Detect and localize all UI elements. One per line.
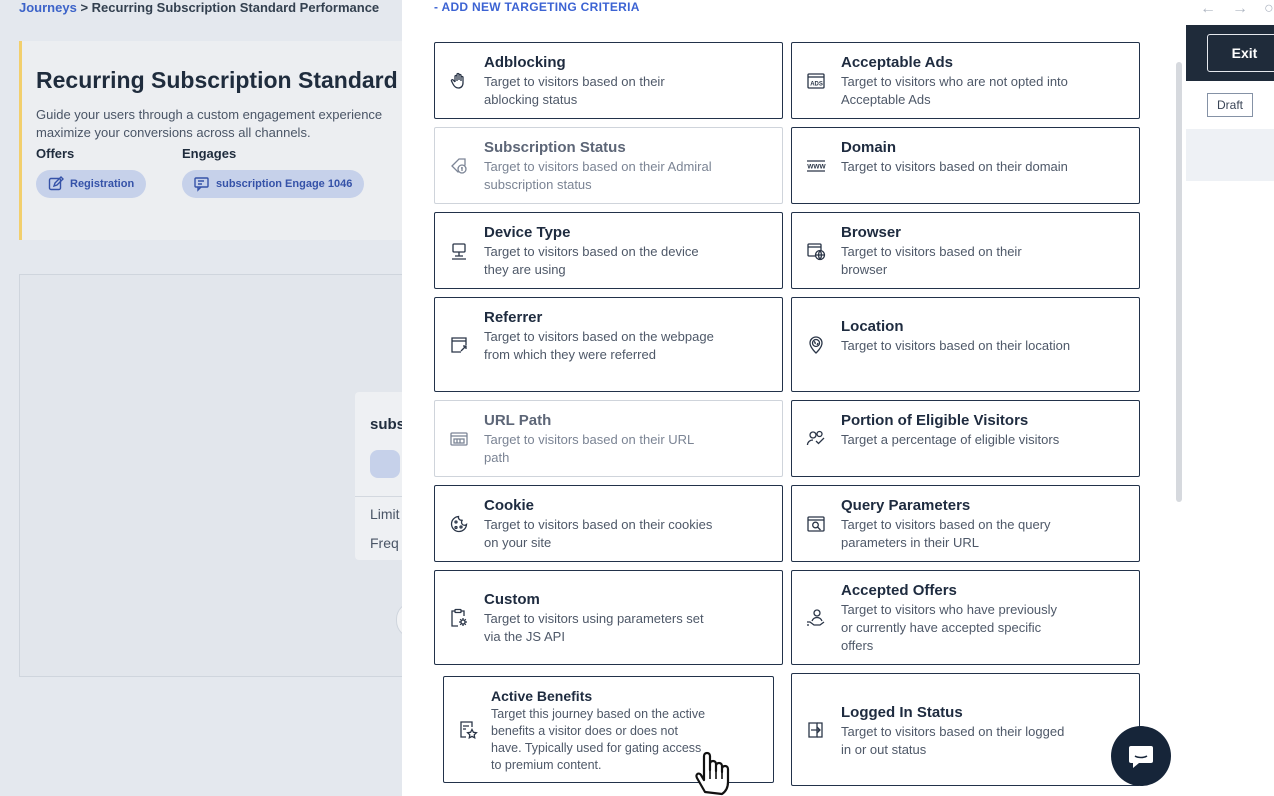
criteria-card-query-parameters[interactable]: Query Parameters Target to visitors base… xyxy=(791,485,1140,562)
targeting-criteria-panel: - ADD NEW TARGETING CRITERIA Adblocking … xyxy=(402,0,1186,796)
back-arrow-icon[interactable]: ← xyxy=(1200,0,1216,18)
criteria-description: Target to visitors based on the webpage … xyxy=(484,329,714,362)
engages-heading: Engages xyxy=(182,146,237,161)
criteria-card-url-path[interactable]: URL Path Target to visitors based on the… xyxy=(434,400,783,477)
svg-text:WWW: WWW xyxy=(807,164,826,171)
breadcrumb-journeys-link[interactable]: Journeys xyxy=(19,0,77,15)
hand-cursor-icon xyxy=(695,751,730,796)
tag-dollar-icon xyxy=(451,158,467,174)
subscription-node-title: subs xyxy=(370,416,406,433)
reload-icon[interactable]: ○ xyxy=(1264,0,1274,18)
criteria-card-referrer[interactable]: Referrer Target to visitors based on the… xyxy=(434,297,783,392)
clipboard-gear-icon xyxy=(451,608,467,627)
breadcrumb-current: Recurring Subscription Standard Performa… xyxy=(91,0,380,15)
criteria-card-portion-of-eligible-visitors[interactable]: Portion of Eligible Visitors Target a pe… xyxy=(791,400,1140,477)
referrer-icon xyxy=(451,337,467,353)
criteria-description: Target to visitors based on their ablock… xyxy=(484,74,665,107)
criteria-card-device-type[interactable]: Device Type Target to visitors based on … xyxy=(434,212,783,289)
breadcrumb-separator: > xyxy=(80,0,89,15)
criteria-title: Browser xyxy=(841,224,902,241)
criteria-title: Active Benefits xyxy=(491,688,593,704)
benefit-star-icon xyxy=(460,721,478,739)
criteria-card-domain[interactable]: WWW Domain Target to visitors based on t… xyxy=(791,127,1140,204)
www-icon: WWW xyxy=(807,160,826,172)
criteria-card-cookie[interactable]: Cookie Target to visitors based on their… xyxy=(434,485,783,562)
journey-title: Recurring Subscription Standard xyxy=(36,67,398,93)
criteria-description: Target to visitors based on their logged… xyxy=(841,724,1065,757)
criteria-title: Adblocking xyxy=(484,54,566,71)
criteria-description: Target this journey based on the active … xyxy=(491,707,706,772)
criteria-description: Target to visitors based on their URL pa… xyxy=(484,432,694,465)
criteria-description: Target to visitors who have previously o… xyxy=(841,602,1058,653)
criteria-description: Target to visitors using parameters set … xyxy=(484,611,704,644)
offer-registration-pill[interactable]: Registration xyxy=(36,170,147,198)
criteria-description: Target to visitors based on the device t… xyxy=(484,244,699,277)
criteria-description: Target to visitors based on their locati… xyxy=(841,338,1071,353)
criteria-title: Device Type xyxy=(484,224,571,241)
journey-summary-card: Recurring Subscription Standard Guide yo… xyxy=(19,41,439,240)
criteria-description: Target to visitors who are not opted int… xyxy=(841,74,1068,107)
criteria-description: Target to visitors based on the query pa… xyxy=(841,517,1051,550)
engage-pill[interactable]: subscription Engage 1046 xyxy=(182,170,365,198)
criteria-card-browser[interactable]: Browser Target to visitors based on thei… xyxy=(791,212,1140,289)
query-search-icon xyxy=(807,516,825,532)
draft-status-badge: Draft xyxy=(1207,93,1253,117)
subscription-node-frequency: Freq xyxy=(370,535,399,551)
hand-icon xyxy=(450,72,464,89)
ads-icon: ADS xyxy=(807,73,825,89)
criteria-title: Domain xyxy=(841,139,897,156)
offers-heading: Offers xyxy=(36,146,75,161)
criteria-title: Custom xyxy=(484,591,540,608)
criteria-card-acceptable-ads[interactable]: ADS Acceptable Ads Target to visitors wh… xyxy=(791,42,1140,119)
criteria-card-custom[interactable]: Custom Target to visitors using paramete… xyxy=(434,570,783,665)
criteria-title: Referrer xyxy=(484,309,543,326)
location-pin-icon xyxy=(809,336,823,354)
chat-edit-icon xyxy=(194,177,209,192)
user-hand-icon xyxy=(807,609,825,626)
criteria-title: Acceptable Ads xyxy=(841,54,953,71)
criteria-description: Target a percentage of eligible visitors xyxy=(841,432,1060,447)
criteria-card-logged-in-status[interactable]: Logged In Status Target to visitors base… xyxy=(791,673,1140,786)
subscription-node-limit: Limit xyxy=(370,506,400,522)
svg-text:ADS: ADS xyxy=(810,82,823,88)
panel-scrollbar[interactable] xyxy=(1176,62,1182,502)
criteria-description: Target to visitors based on their cookie… xyxy=(484,517,713,550)
criteria-title: Subscription Status xyxy=(484,139,626,156)
browser-globe-icon xyxy=(807,243,826,261)
url-path-icon xyxy=(450,432,468,446)
criteria-description: Target to visitors based on their browse… xyxy=(841,244,1022,277)
engage-pill-label: subscription Engage 1046 xyxy=(216,178,353,190)
criteria-title: Query Parameters xyxy=(841,497,971,514)
right-rail: ← → ○ Exit Draft xyxy=(1186,0,1274,796)
forward-arrow-icon[interactable]: → xyxy=(1232,0,1248,18)
criteria-card-subscription-status[interactable]: Subscription Status Target to visitors b… xyxy=(434,127,783,204)
cookie-icon xyxy=(450,515,468,533)
rail-header-bar: Exit xyxy=(1186,25,1274,81)
criteria-title: Portion of Eligible Visitors xyxy=(841,412,1029,429)
criteria-title: Cookie xyxy=(484,497,535,514)
breadcrumb: Journeys > Recurring Subscription Standa… xyxy=(19,0,379,15)
chat-bubble-icon xyxy=(1129,746,1153,768)
chat-widget-button[interactable] xyxy=(1111,726,1171,786)
login-door-icon xyxy=(808,722,823,738)
criteria-description: Target to visitors based on their Admira… xyxy=(484,159,712,192)
criteria-card-location[interactable]: Location Target to visitors based on the… xyxy=(791,297,1140,392)
journey-description: Guide your users through a custom engage… xyxy=(36,107,383,140)
edit-icon xyxy=(48,176,64,191)
criteria-title: URL Path xyxy=(484,412,552,429)
rail-gray-section xyxy=(1186,129,1274,181)
criteria-title: Location xyxy=(841,318,904,335)
exit-button[interactable]: Exit xyxy=(1207,34,1274,72)
criteria-title: Logged In Status xyxy=(841,704,963,721)
criteria-card-adblocking[interactable]: Adblocking Target to visitors based on t… xyxy=(434,42,783,119)
add-new-targeting-criteria-link[interactable]: - ADD NEW TARGETING CRITERIA xyxy=(434,0,640,14)
users-check-icon xyxy=(806,430,825,446)
offer-pill-label: Registration xyxy=(70,178,135,190)
subscription-node-edit-button[interactable] xyxy=(370,450,400,478)
monitor-icon xyxy=(452,243,466,260)
criteria-title: Accepted Offers xyxy=(841,582,957,599)
criteria-description: Target to visitors based on their domain xyxy=(841,159,1068,174)
criteria-card-accepted-offers[interactable]: Accepted Offers Target to visitors who h… xyxy=(791,570,1140,665)
